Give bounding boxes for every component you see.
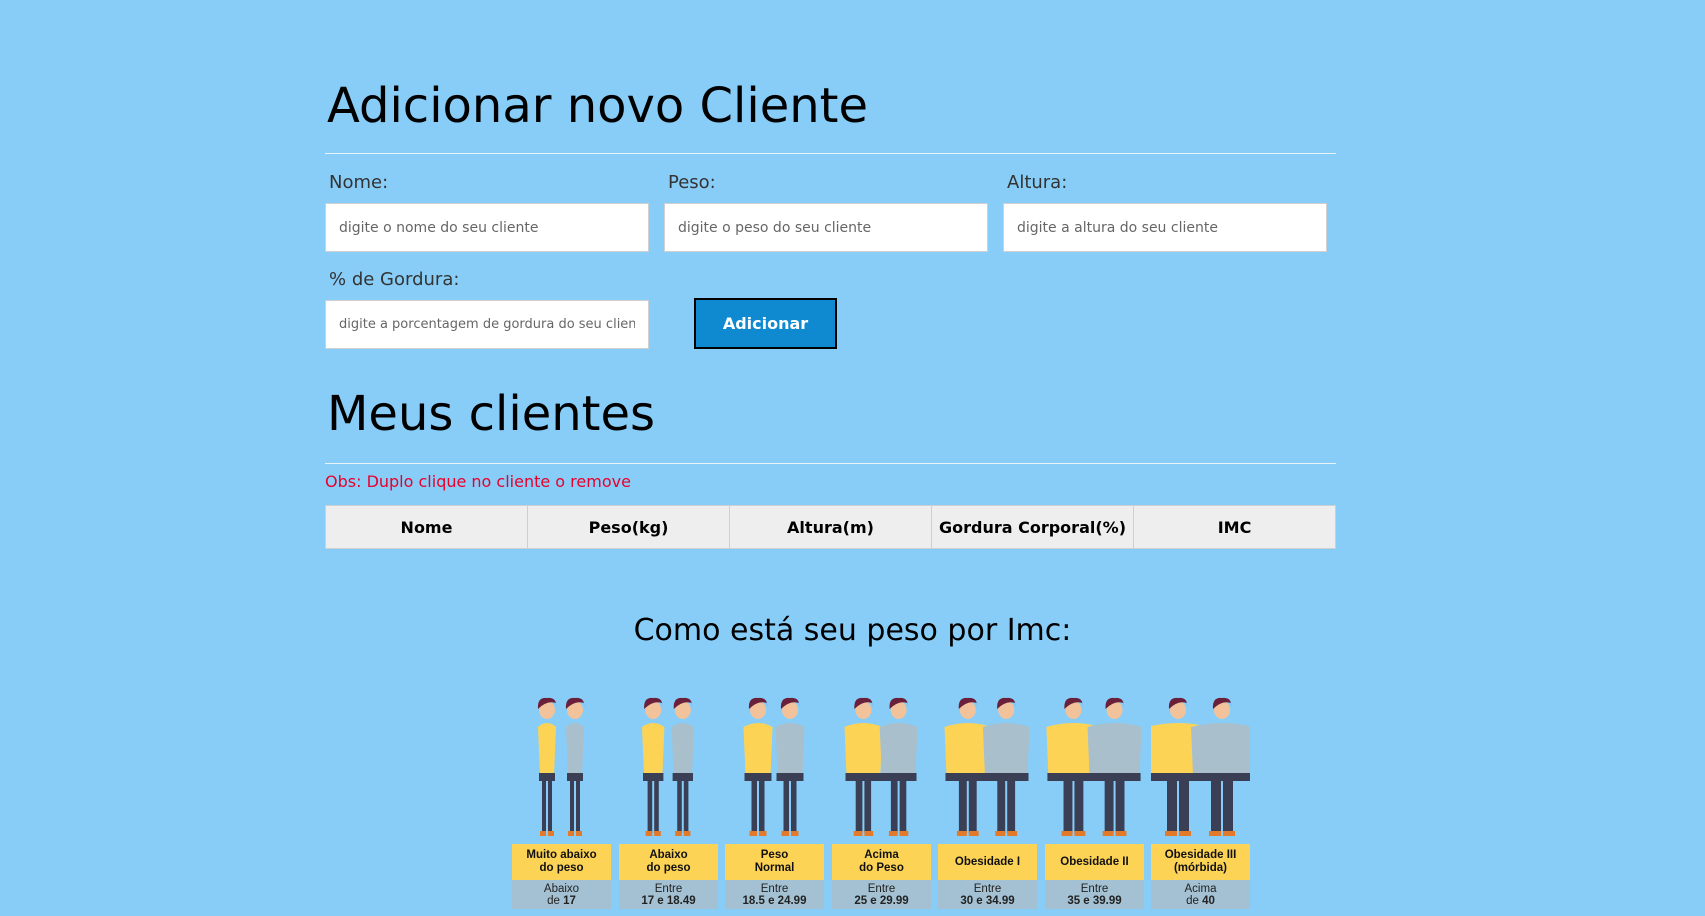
column-nome: Nome — [325, 505, 528, 549]
altura-input[interactable] — [1003, 203, 1327, 252]
imc-range-line1: Acima — [1184, 883, 1217, 895]
imc-range-value: 18.5 e 24.99 — [742, 895, 807, 907]
imc-range-value: 17 e 18.49 — [641, 895, 696, 907]
column-gordura: Gordura Corporal(%) — [931, 505, 1134, 549]
imc-range-line2: 30 e 34.99 — [938, 895, 1037, 907]
imc-chart: Muito abaixo do peso Abaixo de 17 Abaixo do… — [512, 695, 1250, 910]
imc-range-value: 40 — [1202, 895, 1215, 907]
imc-range-line1: Entre — [973, 883, 1002, 895]
peso-input[interactable] — [664, 203, 988, 252]
imc-range-line2: de 17 — [512, 895, 611, 907]
column-peso: Peso(kg) — [527, 505, 730, 549]
imc-range-line2: 17 e 18.49 — [619, 895, 718, 907]
peso-label: Peso: — [668, 172, 716, 193]
imc-category-label: Acima do Peso — [832, 844, 931, 880]
imc-range-label: Entre 35 e 39.99 — [1045, 880, 1144, 909]
clients-divider — [325, 463, 1336, 464]
imc-range-label: Entre 17 e 18.49 — [619, 880, 718, 909]
imc-category-3: Peso Normal Entre 18.5 e 24.99 — [725, 695, 824, 910]
imc-range-line1: Entre — [1080, 883, 1109, 895]
imc-range-prefix: de — [1186, 895, 1203, 907]
couple-illustration — [743, 697, 805, 836]
imc-category-2: Abaixo do peso Entre 17 e 18.49 — [619, 695, 718, 910]
man-figure — [565, 697, 585, 836]
imc-range-line2: 35 e 39.99 — [1045, 895, 1144, 907]
couple-illustration — [537, 697, 585, 836]
couple-illustration — [1151, 697, 1250, 836]
imc-range-label: Abaixo de 17 — [512, 880, 611, 909]
imc-category-5: Obesidade I Entre 30 e 34.99 — [938, 695, 1037, 910]
imc-range-line1: Entre — [654, 883, 683, 895]
add-client-title: Adicionar novo Cliente — [327, 78, 869, 134]
couple-illustration — [1046, 697, 1142, 836]
clients-title: Meus clientes — [327, 386, 656, 442]
imc-category-6: Obesidade II Entre 35 e 39.99 — [1045, 695, 1144, 910]
nome-label: Nome: — [329, 172, 389, 193]
imc-range-value: 35 e 39.99 — [1067, 895, 1122, 907]
woman-figure — [642, 697, 665, 836]
imc-range-line2: 18.5 e 24.99 — [725, 895, 824, 907]
imc-category-7: Obesidade III (mórbida) Acima de 40 — [1151, 695, 1250, 910]
imc-range-value: 30 e 34.99 — [960, 895, 1015, 907]
woman-figure — [537, 697, 557, 836]
man-figure — [1087, 697, 1142, 836]
imc-range-line1: Entre — [760, 883, 789, 895]
altura-label: Altura: — [1007, 172, 1068, 193]
woman-figure — [844, 697, 883, 836]
imc-title: Como está seu peso por Imc: — [633, 612, 1072, 648]
imc-range-line2: de 40 — [1151, 895, 1250, 907]
imc-range-label: Entre 18.5 e 24.99 — [725, 880, 824, 909]
woman-figure — [944, 697, 992, 836]
remove-hint: Obs: Duplo clique no cliente o remove — [325, 472, 631, 491]
column-imc: IMC — [1133, 505, 1336, 549]
couple-illustration — [944, 697, 1030, 836]
imc-category-label: Obesidade I — [938, 844, 1037, 880]
imc-range-prefix: de — [547, 895, 564, 907]
man-figure — [1191, 697, 1250, 836]
imc-category-1: Muito abaixo do peso Abaixo de 17 — [512, 695, 611, 910]
clients-table: Nome Peso(kg) Altura(m) Gordura Corporal… — [325, 505, 1336, 549]
man-figure — [879, 697, 918, 836]
add-client-button[interactable]: Adicionar — [694, 298, 837, 349]
imc-range-line1: Entre — [867, 883, 896, 895]
imc-category-4: Acima do Peso Entre 25 e 29.99 — [832, 695, 931, 910]
imc-category-label: Obesidade III (mórbida) — [1151, 844, 1250, 880]
imc-range-label: Entre 25 e 29.99 — [832, 880, 931, 909]
imc-range-value: 25 e 29.99 — [854, 895, 909, 907]
gordura-label: % de Gordura: — [329, 269, 460, 290]
woman-figure — [743, 697, 773, 836]
couple-illustration — [844, 697, 918, 836]
man-figure — [982, 697, 1030, 836]
man-figure — [775, 697, 805, 836]
couple-illustration — [642, 697, 694, 836]
man-figure — [671, 697, 694, 836]
column-altura: Altura(m) — [729, 505, 932, 549]
nome-input[interactable] — [325, 203, 649, 252]
imc-range-value: 17 — [563, 895, 576, 907]
imc-range-line1: Abaixo — [543, 883, 580, 895]
add-client-divider — [325, 153, 1336, 154]
imc-category-label: Abaixo do peso — [619, 844, 718, 880]
imc-range-label: Acima de 40 — [1151, 880, 1250, 909]
imc-range-label: Entre 30 e 34.99 — [938, 880, 1037, 909]
imc-category-label: Peso Normal — [725, 844, 824, 880]
imc-category-label: Muito abaixo do peso — [512, 844, 611, 880]
table-header-row: Nome Peso(kg) Altura(m) Gordura Corporal… — [325, 505, 1336, 549]
imc-range-line2: 25 e 29.99 — [832, 895, 931, 907]
imc-category-label: Obesidade II — [1045, 844, 1144, 880]
gordura-input[interactable] — [325, 300, 649, 349]
